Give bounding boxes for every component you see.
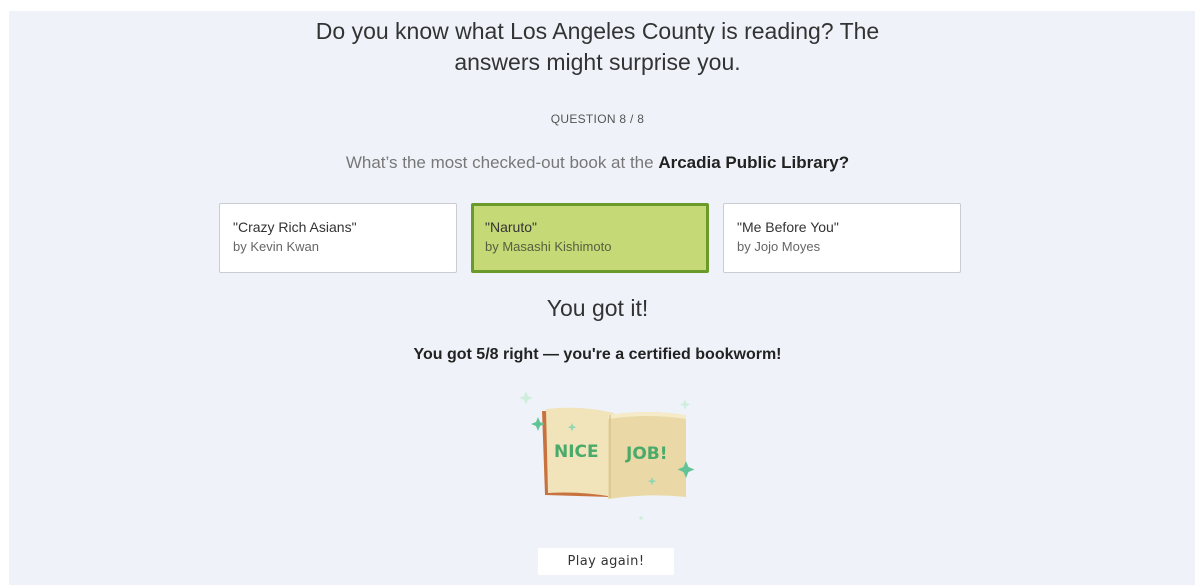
sparkle-dot-icon xyxy=(639,516,643,520)
question-counter: QUESTION 8 / 8 xyxy=(550,112,645,126)
question-text: What’s the most checked-out book at the … xyxy=(0,153,1195,173)
answer-option-naruto-correct[interactable]: "Naruto" by Masashi Kishimoto xyxy=(471,203,709,273)
sparkle-icon xyxy=(519,391,533,405)
answer-author: by Kevin Kwan xyxy=(233,239,319,254)
quiz-headline: Do you know what Los Angeles County is r… xyxy=(0,16,1195,78)
result-message: You got it! xyxy=(546,295,649,321)
headline-line-1: Do you know what Los Angeles County is r… xyxy=(315,18,880,44)
question-library-name: Arcadia Public Library? xyxy=(658,153,850,172)
answer-option-crazy-rich-asians[interactable]: "Crazy Rich Asians" by Kevin Kwan xyxy=(219,203,457,273)
answer-option-me-before-you[interactable]: "Me Before You" by Jojo Moyes xyxy=(723,203,961,273)
headline-line-2: answers might surprise you. xyxy=(454,49,741,75)
badge-word-job: JOB! xyxy=(625,444,668,464)
nice-job-book-illustration: NICE JOB! xyxy=(519,391,695,520)
answer-title: "Me Before You" xyxy=(737,219,839,235)
badge-word-nice: NICE xyxy=(554,442,599,462)
question-prefix: What’s the most checked-out book at the xyxy=(345,153,659,172)
score-summary: You got 5/8 right — you're a certified b… xyxy=(413,346,782,363)
answer-author: by Masashi Kishimoto xyxy=(485,239,612,254)
play-again-button[interactable]: Play again! xyxy=(538,548,674,575)
answer-title: "Naruto" xyxy=(485,219,537,235)
answer-title: "Crazy Rich Asians" xyxy=(233,219,357,235)
answer-author: by Jojo Moyes xyxy=(737,239,821,254)
sparkle-icon xyxy=(679,399,691,410)
